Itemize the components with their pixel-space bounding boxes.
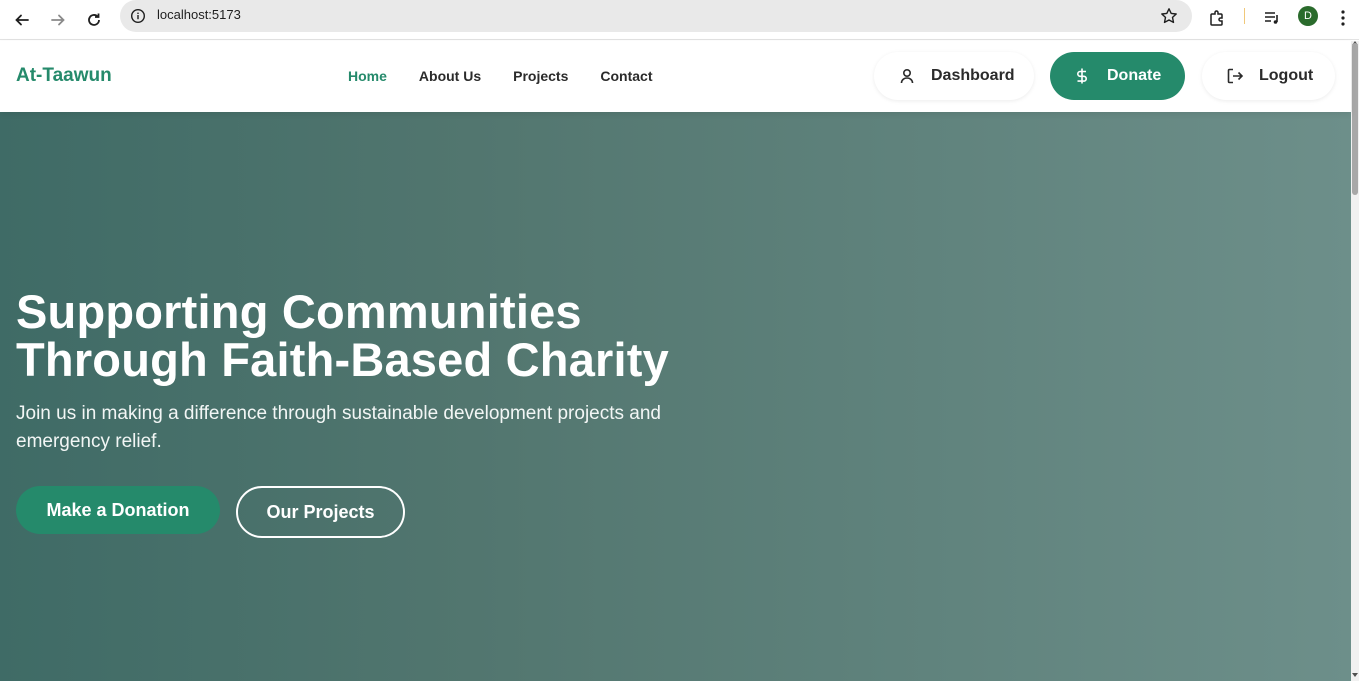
dashboard-button[interactable]: Dashboard bbox=[874, 52, 1034, 100]
address-bar[interactable]: localhost:5173 bbox=[120, 0, 1192, 32]
url-text[interactable]: localhost:5173 bbox=[157, 7, 241, 22]
hero-title: Supporting Communities Through Faith-Bas… bbox=[16, 285, 669, 386]
hero-section: Supporting Communities Through Faith-Bas… bbox=[0, 112, 1351, 681]
browser-toolbar: localhost:5173 D bbox=[0, 0, 1359, 40]
main-nav: Home About Us Projects Contact bbox=[348, 68, 685, 84]
dashboard-label: Dashboard bbox=[931, 67, 1015, 84]
nav-home[interactable]: Home bbox=[348, 68, 387, 84]
scroll-down-icon[interactable] bbox=[1352, 673, 1358, 677]
nav-about-us[interactable]: About Us bbox=[419, 68, 481, 84]
reload-icon[interactable] bbox=[80, 6, 108, 34]
forward-icon[interactable] bbox=[44, 6, 72, 34]
nav-projects[interactable]: Projects bbox=[513, 68, 568, 84]
our-projects-button[interactable]: Our Projects bbox=[236, 486, 405, 538]
logout-button[interactable]: Logout bbox=[1202, 52, 1335, 100]
page-scrollbar[interactable] bbox=[1351, 41, 1359, 681]
more-menu-icon[interactable] bbox=[1331, 6, 1355, 30]
hero-subtitle: Join us in making a difference through s… bbox=[16, 403, 661, 452]
site-header: At-Taawun Home About Us Projects Contact… bbox=[0, 41, 1351, 112]
media-control-icon[interactable] bbox=[1260, 6, 1284, 30]
user-icon bbox=[898, 67, 916, 85]
profile-avatar[interactable]: D bbox=[1298, 6, 1318, 26]
extensions-icon[interactable] bbox=[1206, 6, 1230, 30]
site-info-icon[interactable] bbox=[128, 6, 148, 26]
make-donation-button[interactable]: Make a Donation bbox=[16, 486, 220, 534]
dollar-icon bbox=[1073, 67, 1091, 85]
brand-logo[interactable]: At-Taawun bbox=[16, 65, 112, 87]
back-icon[interactable] bbox=[8, 6, 36, 34]
bookmark-star-icon[interactable] bbox=[1160, 7, 1178, 25]
nav-contact[interactable]: Contact bbox=[600, 68, 652, 84]
donate-label: Donate bbox=[1107, 67, 1162, 84]
logout-icon bbox=[1226, 67, 1244, 85]
scrollbar-thumb[interactable] bbox=[1352, 43, 1358, 195]
donate-button[interactable]: Donate bbox=[1050, 52, 1185, 100]
logout-label: Logout bbox=[1259, 67, 1314, 84]
toolbar-divider bbox=[1244, 8, 1245, 24]
